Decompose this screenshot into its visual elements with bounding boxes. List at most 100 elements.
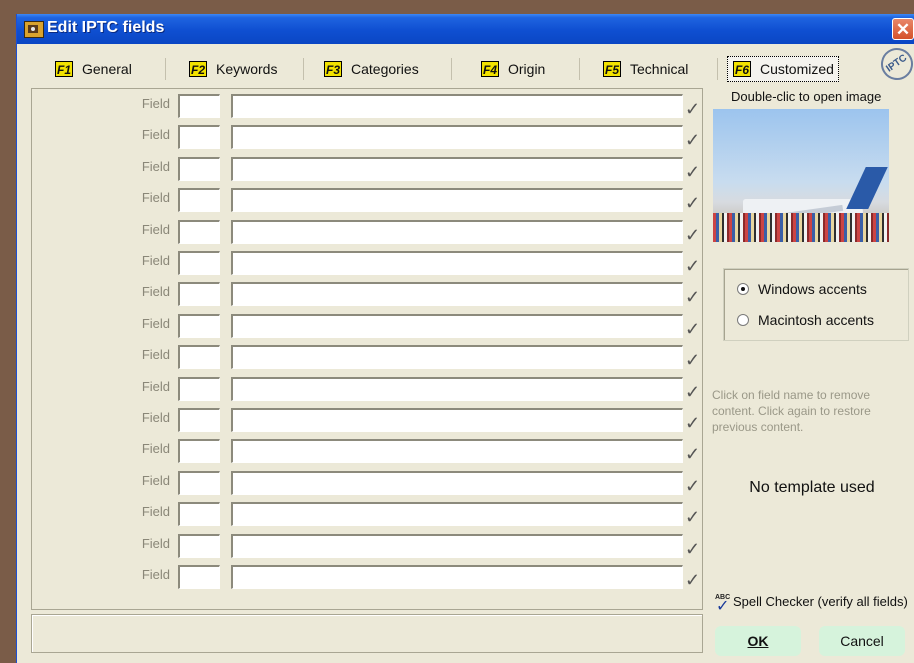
field-row: Field ✓ [32, 502, 704, 528]
edit-iptc-dialog: Edit IPTC fields ✕ F1 General F2 Keyword… [16, 14, 914, 663]
field-code-input[interactable] [178, 282, 220, 307]
custom-fields-panel: Field ✓ Field ✓ Field ✓ Field ✓ Field ✓ Field ✓ Fiel… [31, 88, 703, 610]
field-code-input[interactable] [178, 439, 220, 464]
checkmark-icon[interactable]: ✓ [685, 414, 700, 432]
field-value-input[interactable] [231, 376, 683, 401]
checkmark-icon[interactable]: ✓ [685, 571, 700, 589]
field-name-label[interactable]: Field [112, 536, 170, 551]
checkmark-icon[interactable]: ✓ [685, 194, 700, 212]
f2-key-icon: F2 [189, 61, 207, 77]
checkmark-icon[interactable]: ✓ [685, 351, 700, 369]
field-row: Field ✓ [32, 188, 704, 214]
checkmark-icon[interactable]: ✓ [685, 445, 700, 463]
spell-check-tick-icon: ✓ [716, 598, 730, 615]
tab-keywords[interactable]: F2 Keywords [189, 58, 277, 80]
checkmark-icon[interactable]: ✓ [685, 508, 700, 526]
field-row: Field ✓ [32, 156, 704, 183]
spell-checker-label: Spell Checker (verify all fields) [733, 594, 908, 609]
field-name-label[interactable]: Field [112, 410, 170, 425]
field-code-input[interactable] [178, 376, 220, 401]
spell-checker-button[interactable]: ABC ✓ Spell Checker (verify all fields) [715, 594, 911, 615]
right-panel: Double-clic to open image Windows accent… [711, 88, 914, 663]
field-name-label[interactable]: Field [112, 190, 170, 205]
checkmark-icon[interactable]: ✓ [685, 320, 700, 338]
field-code-input[interactable] [178, 251, 220, 275]
field-value-input[interactable] [231, 439, 683, 464]
f3-key-icon: F3 [324, 61, 342, 77]
field-code-input[interactable] [178, 533, 220, 558]
tab-label: Keywords [216, 61, 278, 77]
field-name-label[interactable]: Field [112, 347, 170, 362]
field-value-input[interactable] [231, 94, 683, 118]
image-preview[interactable] [713, 109, 889, 242]
field-value-input[interactable] [231, 251, 683, 275]
field-name-label[interactable]: Field [112, 316, 170, 331]
radio-label: Windows accents [758, 281, 867, 297]
checkmark-icon[interactable]: ✓ [685, 288, 700, 306]
field-value-input[interactable] [231, 282, 683, 307]
checkmark-icon[interactable]: ✓ [685, 226, 700, 244]
field-name-label[interactable]: Field [112, 253, 170, 268]
status-bar [31, 614, 703, 653]
field-name-label[interactable]: Field [112, 222, 170, 237]
field-code-input[interactable] [178, 219, 220, 244]
checkmark-icon[interactable]: ✓ [685, 540, 700, 558]
ok-button[interactable]: OK [715, 626, 801, 656]
field-code-input[interactable] [178, 313, 220, 338]
field-code-input[interactable] [178, 502, 220, 527]
field-code-input[interactable] [178, 345, 220, 370]
field-code-input[interactable] [178, 156, 220, 181]
tab-categories[interactable]: F3 Categories [324, 58, 419, 80]
checkmark-icon[interactable]: ✓ [685, 100, 700, 118]
macintosh-accents-radio[interactable]: Macintosh accents [737, 311, 874, 329]
tab-divider [717, 58, 718, 80]
tab-customized[interactable]: F6 Customized [727, 56, 839, 82]
tab-origin[interactable]: F4 Origin [481, 58, 545, 80]
field-value-input[interactable] [231, 565, 683, 589]
cancel-button[interactable]: Cancel [819, 626, 905, 656]
app-camera-icon [24, 21, 44, 38]
field-code-input[interactable] [178, 565, 220, 589]
field-name-label[interactable]: Field [112, 504, 170, 519]
field-code-input[interactable] [178, 188, 220, 213]
field-name-label[interactable]: Field [112, 127, 170, 142]
windows-accents-radio[interactable]: Windows accents [737, 280, 867, 298]
field-code-input[interactable] [178, 94, 220, 118]
checkmark-icon[interactable]: ✓ [685, 257, 700, 275]
field-name-label[interactable]: Field [112, 567, 170, 582]
field-row: Field ✓ [32, 533, 704, 560]
ok-button-label: OK [747, 633, 769, 649]
field-value-input[interactable] [231, 470, 683, 495]
tab-technical[interactable]: F5 Technical [603, 58, 688, 80]
checkmark-icon[interactable]: ✓ [685, 163, 700, 181]
field-code-input[interactable] [178, 408, 220, 432]
field-name-label[interactable]: Field [112, 159, 170, 174]
field-value-input[interactable] [231, 408, 683, 432]
field-value-input[interactable] [231, 219, 683, 244]
field-value-input[interactable] [231, 345, 683, 370]
radio-selected-icon [737, 283, 749, 295]
field-row: Field ✓ [32, 565, 704, 591]
field-value-input[interactable] [231, 502, 683, 527]
field-name-label[interactable]: Field [112, 96, 170, 111]
checkmark-icon[interactable]: ✓ [685, 131, 700, 149]
field-code-input[interactable] [178, 125, 220, 150]
field-name-label[interactable]: Field [112, 379, 170, 394]
checkmark-icon[interactable]: ✓ [685, 383, 700, 401]
field-value-input[interactable] [231, 156, 683, 181]
field-row: Field ✓ [32, 313, 704, 340]
tab-label: Categories [351, 61, 419, 77]
field-name-label[interactable]: Field [112, 473, 170, 488]
field-name-label[interactable]: Field [112, 284, 170, 299]
title-bar[interactable]: Edit IPTC fields ✕ [17, 14, 914, 44]
tab-general[interactable]: F1 General [55, 58, 132, 80]
field-value-input[interactable] [231, 188, 683, 213]
field-value-input[interactable] [231, 125, 683, 150]
field-value-input[interactable] [231, 313, 683, 338]
field-code-input[interactable] [178, 470, 220, 495]
checkmark-icon[interactable]: ✓ [685, 477, 700, 495]
field-name-label[interactable]: Field [112, 441, 170, 456]
close-button[interactable]: ✕ [892, 18, 914, 40]
field-row: Field ✓ [32, 251, 704, 277]
field-value-input[interactable] [231, 533, 683, 558]
